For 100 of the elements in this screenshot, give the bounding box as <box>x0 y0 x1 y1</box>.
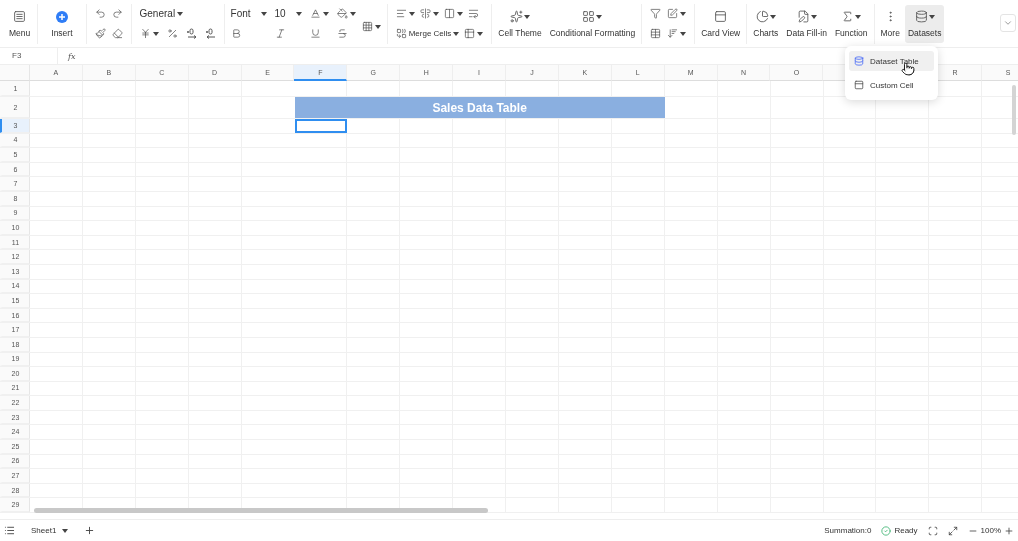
font-size-dropdown[interactable]: 10 <box>274 6 302 21</box>
currency-button[interactable] <box>139 26 159 41</box>
yen-icon <box>139 28 151 39</box>
sort-button[interactable] <box>667 26 687 41</box>
fit-icon[interactable] <box>927 525 938 536</box>
caret-icon <box>680 11 687 16</box>
menu-button[interactable]: Menu <box>6 4 34 43</box>
title-cell: Sales Data Table <box>294 97 665 118</box>
columns-icon <box>443 8 455 19</box>
grid-icon <box>582 10 596 23</box>
menu-item[interactable]: Dataset Table <box>849 51 934 71</box>
decimal-icon <box>185 28 197 39</box>
caret-icon <box>680 31 687 36</box>
hand-cursor-icon <box>901 62 915 76</box>
cell-format-button[interactable] <box>464 26 484 41</box>
percent-button[interactable] <box>166 26 178 41</box>
align-center-icon <box>419 8 431 19</box>
table-icon <box>464 28 476 39</box>
redo-button[interactable] <box>111 6 123 21</box>
font-color-icon <box>309 8 321 19</box>
name-box[interactable]: F3 <box>0 48 58 64</box>
table-icon <box>650 28 662 39</box>
bold-icon <box>230 28 242 39</box>
font-color-button[interactable] <box>309 6 329 21</box>
caret-icon <box>453 31 460 36</box>
card-icon <box>714 10 728 23</box>
filter-icon <box>650 8 662 19</box>
toolbar-button[interactable]: Conditional Formatting <box>546 4 639 43</box>
panel-icon <box>854 80 864 90</box>
filter-button[interactable] <box>650 6 662 21</box>
sort-icon <box>667 28 679 39</box>
caret-icon <box>152 31 159 36</box>
toolbar-button[interactable]: Charts <box>750 4 782 43</box>
freeze-button[interactable] <box>650 26 662 41</box>
add-sheet-icon[interactable] <box>84 525 96 536</box>
caret-icon <box>349 11 356 16</box>
caret-icon <box>408 11 415 16</box>
toolbar-button[interactable]: Function <box>831 4 871 43</box>
insert-button[interactable]: Insert <box>48 4 76 43</box>
status-text: Ready <box>894 526 918 535</box>
sheet-list-icon[interactable] <box>4 525 15 536</box>
horizontal-scrollbar[interactable] <box>34 508 488 513</box>
caret-icon <box>177 11 184 16</box>
edit-document-icon <box>796 10 810 23</box>
decimal-button[interactable] <box>185 26 197 41</box>
zoom-in-icon[interactable] <box>1004 525 1014 536</box>
caret-icon <box>322 11 329 16</box>
border-icon <box>361 21 373 32</box>
menu-icon <box>13 10 27 23</box>
eraser-icon <box>111 28 123 39</box>
merge-cells-dropdown[interactable]: Merge Cells <box>395 26 460 41</box>
toolbar-button[interactable]: Card View <box>698 4 744 43</box>
vertical-scrollbar[interactable] <box>1012 85 1016 135</box>
undo-button[interactable] <box>94 6 106 21</box>
toolbar-button[interactable]: Data Fill-in <box>783 4 830 43</box>
plus-circle-icon <box>55 10 68 23</box>
merge-icon <box>395 28 407 39</box>
decimal-button[interactable] <box>204 26 216 41</box>
toolbar-button[interactable]: More <box>877 4 903 43</box>
caret-icon <box>456 11 463 16</box>
fill-color-button[interactable] <box>336 6 356 21</box>
caret-icon <box>260 11 267 16</box>
fx-label: fx <box>68 51 76 61</box>
caret-icon <box>62 528 69 533</box>
wrap-text-icon <box>467 8 479 19</box>
database-icon <box>914 10 928 23</box>
caret-icon <box>432 11 439 16</box>
database-icon <box>854 56 864 66</box>
font-dropdown[interactable]: Font <box>230 6 267 21</box>
chevron-down-icon <box>1003 18 1013 28</box>
redo-icon <box>111 8 123 19</box>
caret-icon <box>374 24 381 29</box>
align-left-icon <box>395 8 407 19</box>
pie-chart-icon <box>755 10 769 23</box>
paintbrush-icon <box>94 28 106 39</box>
strikethrough-icon <box>336 28 348 39</box>
fullscreen-icon[interactable] <box>947 525 958 536</box>
undo-icon <box>94 8 106 19</box>
caret-icon <box>477 31 484 36</box>
format-painter-button[interactable] <box>94 26 106 41</box>
toolbar-button[interactable]: Cell Theme <box>495 4 545 43</box>
edit-icon <box>667 8 679 19</box>
percent-icon <box>166 28 178 39</box>
check-icon <box>881 525 892 536</box>
toolbar-button[interactable]: Datasets <box>904 4 945 43</box>
summation-text: Summation:0 <box>824 526 872 535</box>
selected-cell[interactable] <box>294 119 348 133</box>
text-direction-button[interactable] <box>443 6 463 21</box>
sparkle-icon <box>510 10 523 23</box>
eraser-button[interactable] <box>111 26 123 41</box>
edit-button[interactable] <box>667 6 687 21</box>
vertical-align-button[interactable] <box>419 6 439 21</box>
decimal-icon <box>204 28 216 39</box>
underline-icon <box>309 28 321 39</box>
number-format-dropdown[interactable]: General <box>139 6 216 21</box>
italic-icon <box>274 28 286 39</box>
caret-icon <box>295 11 302 16</box>
sheet-tab[interactable]: Sheet1 <box>25 526 75 535</box>
zoom-level: 100% <box>980 526 1001 535</box>
border-button[interactable] <box>361 19 381 34</box>
